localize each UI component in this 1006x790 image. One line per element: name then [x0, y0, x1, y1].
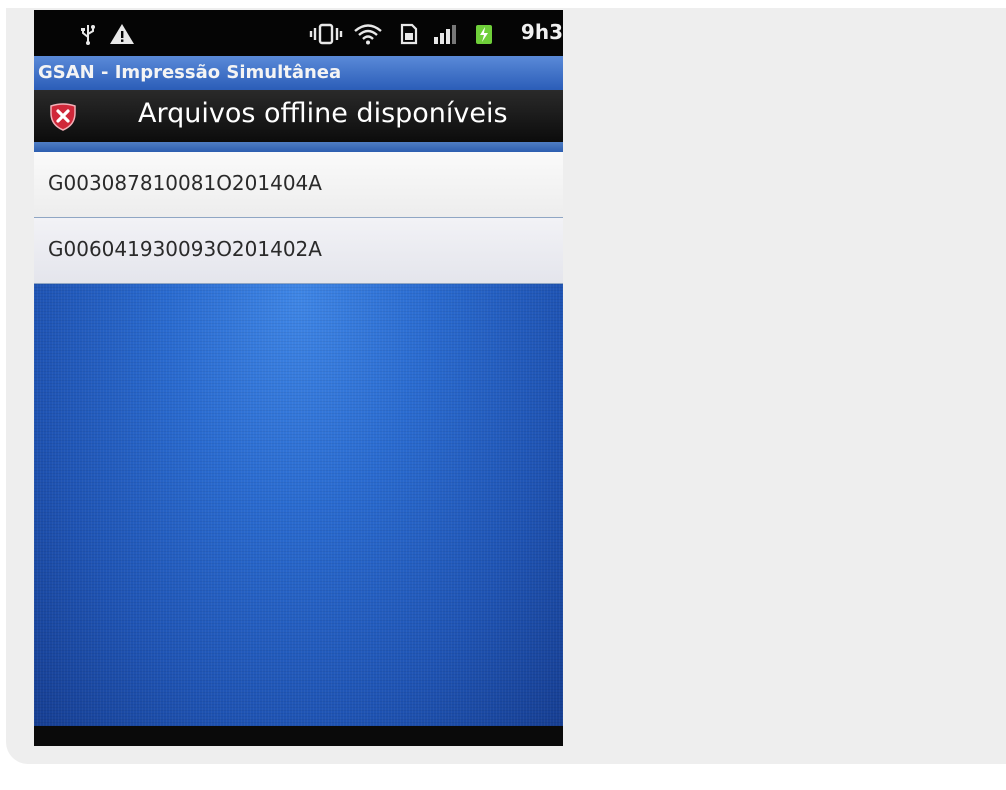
phone-screen: 9h3 GSAN - Impressão Simultânea Arquivos… [34, 10, 563, 746]
dialog-title: Arquivos offline disponíveis [138, 98, 508, 129]
list-item[interactable]: G003087810081O201404A [34, 152, 563, 218]
status-bar: 9h3 [34, 10, 563, 56]
usb-icon [78, 20, 98, 48]
dialog-header: Arquivos offline disponíveis [34, 90, 563, 142]
vibrate-icon [308, 20, 344, 48]
status-time: 9h3 [520, 20, 563, 44]
offline-files-list: G003087810081O201404A G006041930093O2014… [34, 152, 563, 284]
alert-shield-icon [48, 103, 78, 131]
dialog-content: G003087810081O201404A G006041930093O2014… [34, 152, 563, 726]
wifi-icon [352, 20, 384, 48]
app-title-bar: GSAN - Impressão Simultânea [34, 56, 563, 90]
bottom-bar [34, 726, 563, 746]
sd-card-icon [398, 20, 420, 48]
page: 9h3 GSAN - Impressão Simultânea Arquivos… [0, 0, 1006, 790]
dialog-divider [34, 142, 563, 152]
list-item[interactable]: G006041930093O201402A [34, 218, 563, 284]
signal-icon [432, 20, 458, 48]
warning-icon [108, 20, 136, 48]
battery-icon [472, 20, 496, 48]
